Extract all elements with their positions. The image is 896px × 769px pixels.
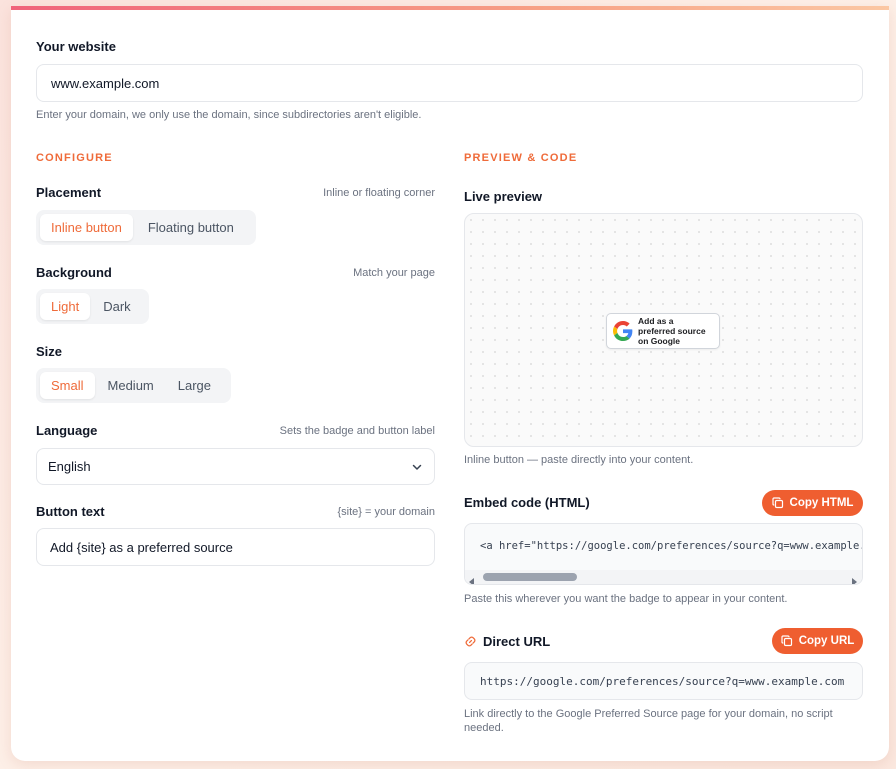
direct-url-label: Direct URL — [483, 634, 551, 649]
language-label: Language — [36, 423, 98, 438]
language-select[interactable]: English — [36, 448, 435, 485]
embed-code-box[interactable]: <a href="https://google.com/preferences/… — [464, 523, 863, 585]
size-label: Size — [36, 344, 63, 359]
preview-badge[interactable]: Add as a preferred source on Google — [606, 313, 720, 349]
direct-url-field[interactable]: https://google.com/preferences/source?q=… — [464, 662, 863, 700]
size-option-small[interactable]: Small — [40, 372, 95, 399]
live-preview-area: Add as a preferred source on Google — [464, 213, 863, 447]
embed-code-label: Embed code (HTML) — [464, 495, 590, 510]
copy-icon — [781, 635, 793, 647]
configurator-card: Your website www.example.com Enter your … — [11, 6, 889, 761]
preview-caption: Inline button — paste directly into your… — [464, 454, 694, 466]
direct-url-header: Direct URL — [464, 634, 550, 649]
copy-icon — [771, 497, 784, 509]
scroll-right-arrow-icon[interactable] — [851, 573, 857, 584]
configure-section-title: CONFIGURE — [36, 152, 113, 164]
website-input[interactable]: www.example.com — [36, 64, 863, 102]
preview-section-title: PREVIEW & CODE — [464, 152, 578, 164]
google-logo-icon — [613, 321, 633, 341]
website-hint: Enter your domain, we only use the domai… — [36, 109, 422, 121]
embed-code-hint: Paste this wherever you want the badge t… — [464, 593, 788, 605]
top-gradient-bar — [11, 6, 889, 10]
placement-label: Placement — [36, 185, 102, 200]
link-icon — [464, 635, 477, 648]
website-input-value: www.example.com — [51, 75, 160, 91]
background-segmented-control: Light Dark — [36, 289, 149, 324]
button-text-input-value: Add {site} as a preferred source — [50, 539, 233, 555]
background-hint: Match your page — [353, 267, 435, 279]
placement-option-floating[interactable]: Floating button — [137, 214, 245, 241]
website-label: Your website — [36, 39, 116, 54]
size-option-large[interactable]: Large — [167, 372, 222, 399]
language-select-value: English — [48, 459, 91, 474]
placement-hint: Inline or floating corner — [323, 187, 435, 199]
size-segmented-control: Small Medium Large — [36, 368, 231, 403]
horizontal-scrollbar[interactable] — [465, 570, 862, 584]
direct-url-value: https://google.com/preferences/source?q=… — [480, 674, 845, 688]
placement-option-inline[interactable]: Inline button — [40, 214, 133, 241]
direct-url-hint: Link directly to the Google Preferred So… — [464, 708, 833, 734]
chevron-down-icon — [411, 461, 423, 473]
language-hint: Sets the badge and button label — [279, 425, 435, 437]
placement-segmented-control: Inline button Floating button — [36, 210, 256, 245]
embed-code-text: <a href="https://google.com/preferences/… — [480, 540, 863, 552]
button-text-hint: {site} = your domain — [337, 506, 435, 518]
background-option-dark[interactable]: Dark — [92, 293, 141, 320]
preview-badge-label: Add as a preferred source on Google — [638, 316, 706, 346]
live-preview-label: Live preview — [464, 189, 543, 204]
background-option-light[interactable]: Light — [40, 293, 91, 320]
background-label: Background — [36, 265, 112, 280]
button-text-input[interactable]: Add {site} as a preferred source — [36, 528, 435, 566]
copy-html-button[interactable]: Copy HTML — [762, 490, 863, 516]
copy-url-label: Copy URL — [798, 635, 855, 647]
copy-html-label: Copy HTML — [789, 497, 854, 509]
scroll-left-arrow-icon[interactable] — [469, 573, 475, 584]
scrollbar-thumb[interactable] — [483, 573, 577, 581]
size-option-medium[interactable]: Medium — [97, 372, 165, 399]
button-text-label: Button text — [36, 504, 105, 519]
copy-url-button[interactable]: Copy URL — [772, 628, 863, 654]
